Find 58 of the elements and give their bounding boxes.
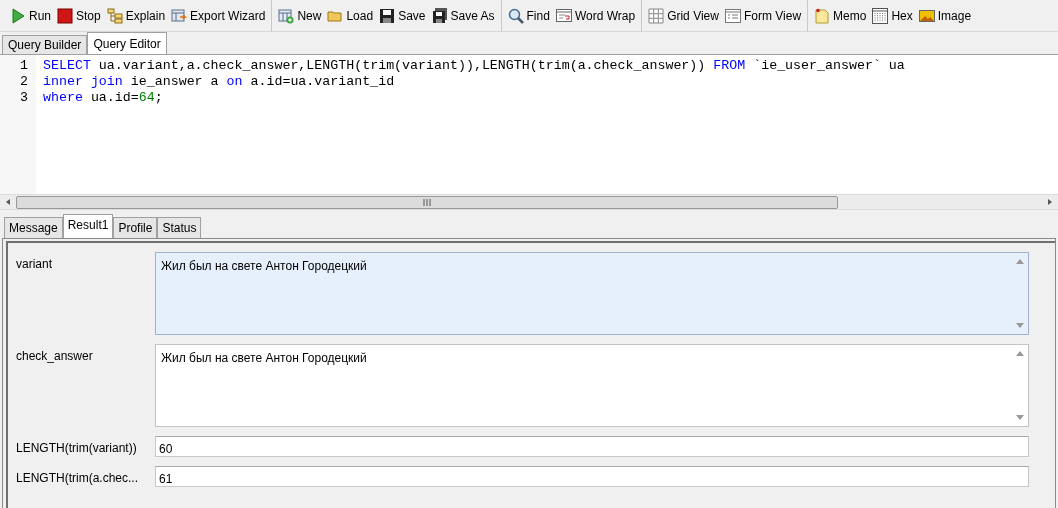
toolbar-button[interactable]: Load: [325, 3, 376, 28]
note-icon: [814, 7, 831, 24]
toolbar-button[interactable]: Stop: [55, 3, 103, 28]
toolbar-button[interactable]: Form View: [722, 3, 804, 28]
field-label: variant: [15, 256, 54, 273]
floppy-icon: [431, 7, 448, 24]
toolbar-button[interactable]: Explain: [104, 3, 168, 28]
code-line: inner join ie_answer a on a.id=ua.variant_id: [43, 74, 396, 90]
toolbar-button[interactable]: Save As: [429, 3, 497, 28]
toolbar-button[interactable]: Save: [377, 3, 428, 28]
memo-field[interactable]: Жил был на свете Антон Городецкий: [155, 344, 1029, 427]
memo-field[interactable]: Жил был на свете Антон Городецкий: [155, 252, 1029, 335]
field-value: Жил был на свете Антон Городецкий: [160, 258, 368, 275]
line-number: 3: [20, 90, 28, 106]
toolbar-button[interactable]: Image: [916, 3, 974, 28]
toolbar-button[interactable]: Hex: [870, 3, 915, 28]
floppy-icon: [379, 7, 396, 24]
code-line: where ua.id=64;: [43, 90, 164, 106]
scrollbar-thumb[interactable]: [16, 195, 838, 209]
field-value: Жил был на свете Антон Городецкий: [160, 350, 368, 367]
line-number: 2: [20, 74, 28, 90]
stop-icon: [57, 7, 73, 24]
play-icon: [10, 7, 26, 24]
toolbar-button[interactable]: Run: [8, 3, 53, 28]
tab[interactable]: Message: [4, 217, 63, 238]
form-icon: [724, 7, 741, 24]
toolbar-button[interactable]: Word Wrap: [553, 3, 638, 28]
new-table-icon: [278, 7, 295, 24]
grid-icon: [648, 7, 665, 24]
tab[interactable]: Status: [157, 217, 202, 238]
tree-icon: [106, 7, 123, 24]
image-icon: [918, 7, 935, 24]
toolbar-button[interactable]: Memo: [812, 3, 869, 28]
toolbar-button[interactable]: New: [276, 3, 324, 28]
grip-icon: [423, 198, 431, 206]
scroll-up-icon[interactable]: [1016, 259, 1024, 264]
text-field[interactable]: 60: [155, 436, 1029, 457]
tab[interactable]: Profile: [113, 217, 158, 238]
field-label: LENGTH(trim(a.chec...: [15, 470, 139, 487]
scroll-down-icon[interactable]: [1016, 323, 1024, 328]
toolbar-button[interactable]: Find: [505, 3, 552, 28]
search-icon: [507, 7, 524, 24]
field-label: LENGTH(trim(variant)): [15, 440, 138, 457]
tab[interactable]: Query Editor: [87, 32, 167, 54]
toolbar-button[interactable]: Export Wizard: [169, 3, 268, 28]
code-line: SELECT ua.variant,a.check_answer,LENGTH(trim(variant)),LENGTH(trim(a.check_answer)) FROM `ie_user_answer` ua: [43, 58, 906, 74]
export-icon: [171, 7, 188, 24]
line-number: 1: [20, 58, 28, 74]
scroll-up-icon[interactable]: [1016, 351, 1024, 356]
text-field[interactable]: 61: [155, 466, 1029, 487]
code-editor[interactable]: SELECT ua.variant,a.check_answer,LENGTH(trim(variant)),LENGTH(trim(a.check_answer)) FROM `ie_user_answer` ua inner join ie_answer a on a.id=ua.variant_id where ua.id=64;: [36, 55, 1058, 194]
scroll-down-icon[interactable]: [1016, 415, 1024, 420]
wrap-icon: [555, 7, 572, 24]
hex-grid-icon: [872, 7, 889, 24]
tab[interactable]: Result1: [62, 214, 114, 238]
toolbar-button[interactable]: Grid View: [646, 3, 721, 28]
tab[interactable]: Query Builder: [2, 35, 88, 54]
field-label: check_answer: [15, 348, 94, 365]
